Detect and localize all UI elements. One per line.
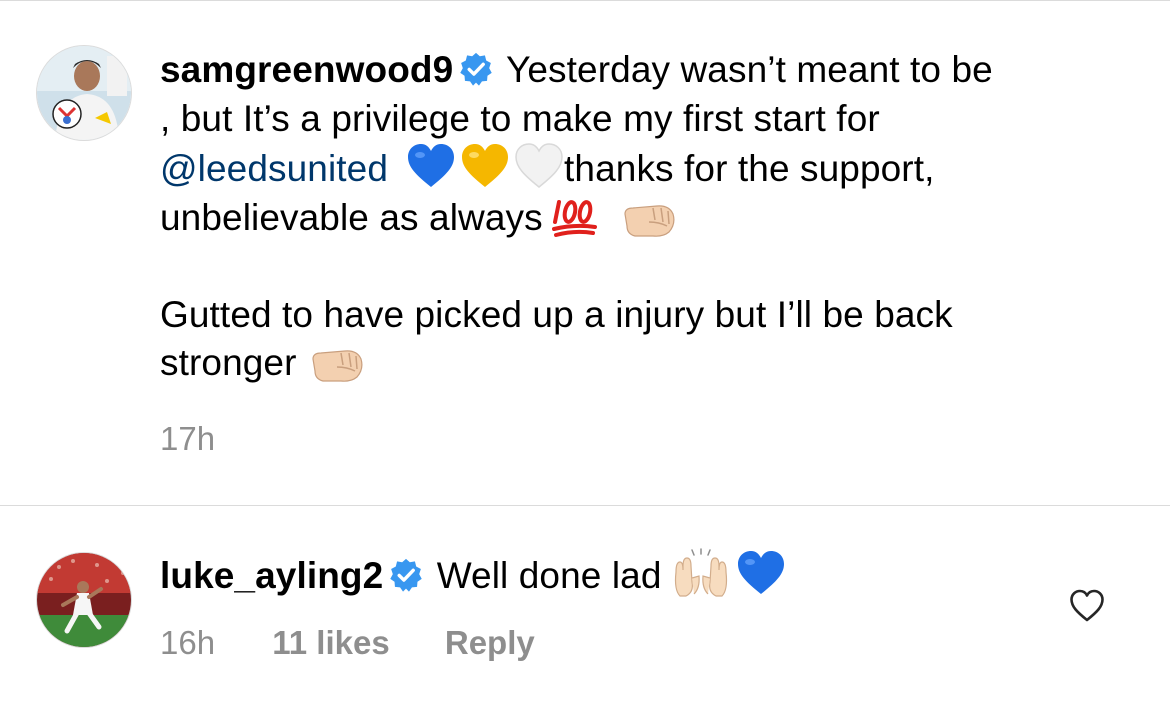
blue-heart-emoji bbox=[408, 144, 455, 187]
raising-hands-emoji bbox=[674, 548, 727, 597]
right-facing-fist-emoji bbox=[624, 204, 675, 237]
comment-line: thanks for the support, bbox=[564, 148, 935, 189]
comment-line: unbelievable as always bbox=[160, 196, 543, 238]
comment-line: Yesterday wasn’t meant to be bbox=[506, 49, 993, 90]
comment-line: , but It’s a privilege to make my first … bbox=[160, 97, 880, 139]
comment-text: samgreenwood9 Yesterday wasn’t meant to … bbox=[160, 46, 993, 388]
comment-username[interactable]: samgreenwood9 bbox=[160, 49, 453, 90]
comment-username[interactable]: luke_ayling2 bbox=[160, 555, 383, 596]
comment-line: stronger bbox=[160, 342, 297, 383]
top-divider bbox=[0, 0, 1170, 1]
right-facing-fist-emoji bbox=[311, 350, 363, 382]
comment-line: Well done lad bbox=[436, 555, 662, 596]
avatar[interactable] bbox=[37, 46, 131, 140]
yellow-heart-emoji bbox=[462, 144, 509, 187]
verified-badge-icon bbox=[390, 558, 423, 592]
mention-link[interactable]: @leedsunited bbox=[160, 148, 388, 189]
comment-divider bbox=[0, 505, 1170, 506]
hundred-points-emoji bbox=[551, 199, 597, 237]
avatar[interactable] bbox=[37, 553, 131, 647]
heart-outline-icon[interactable] bbox=[1069, 589, 1105, 623]
comment-text: luke_ayling2 Well done lad bbox=[160, 548, 786, 601]
reply-button[interactable]: Reply bbox=[445, 624, 535, 662]
comment-line: Gutted to have picked up a injury but I’… bbox=[160, 293, 953, 335]
comment-timestamp[interactable]: 16h bbox=[160, 624, 215, 662]
comment-meta: 17h bbox=[160, 420, 215, 458]
comment-meta: 16h 11 likes Reply bbox=[160, 624, 535, 662]
verified-badge-icon bbox=[460, 52, 493, 86]
white-heart-emoji bbox=[515, 143, 563, 188]
likes-count[interactable]: 11 likes bbox=[272, 624, 389, 662]
blue-heart-emoji bbox=[737, 551, 784, 594]
comment-timestamp[interactable]: 17h bbox=[160, 420, 215, 458]
